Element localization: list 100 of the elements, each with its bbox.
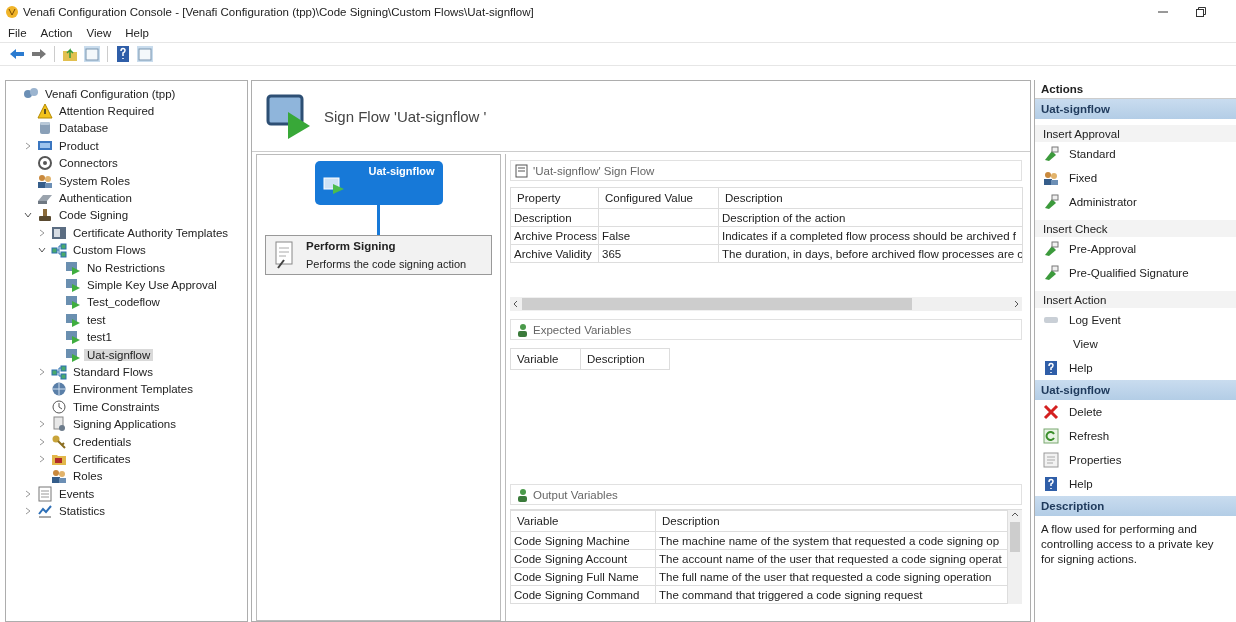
step-title: Perform Signing — [306, 240, 397, 252]
tree-item[interactable]: Roles — [70, 470, 106, 483]
menu-command[interactable]: Standard — [1069, 148, 1116, 160]
column-header[interactable]: Variable — [510, 510, 656, 532]
table-cell: The full name of the user that requested a code signing operation — [655, 567, 1008, 586]
tree-item[interactable]: Test_codeflow — [84, 296, 163, 309]
help-icon[interactable] — [114, 45, 132, 63]
menu-command[interactable]: Fixed — [1069, 172, 1098, 184]
menu-command[interactable]: Delete — [1069, 406, 1103, 418]
vertical-scrollbar[interactable] — [1008, 510, 1022, 604]
table-cell: The machine name of the system that requested a code signing op — [655, 531, 1008, 550]
menu-item[interactable]: Action — [40, 27, 73, 39]
column-header[interactable]: Description — [718, 187, 1023, 209]
person-icon — [515, 487, 529, 502]
certificate-icon — [51, 224, 67, 241]
tree-item[interactable]: test — [84, 313, 109, 326]
database-icon — [37, 120, 53, 137]
horizontal-scrollbar[interactable] — [510, 297, 1022, 311]
table-cell: Code Signing Machine — [510, 531, 656, 550]
table-cell: 365 — [598, 244, 719, 263]
table-cell: Archive Process — [510, 226, 599, 245]
column-header[interactable]: Configured Value — [598, 187, 719, 209]
menu-command[interactable]: Pre-Approval — [1069, 243, 1137, 255]
tree-item[interactable]: No Restrictions — [84, 261, 168, 274]
table-cell: The account name of the user that requested a code signing operat — [655, 549, 1008, 568]
help-icon — [1043, 476, 1059, 492]
tree-item[interactable]: Credentials — [70, 435, 135, 448]
chevron-down-icon[interactable] — [24, 211, 32, 220]
column-header[interactable]: Description — [655, 510, 1008, 532]
key-icon — [51, 433, 67, 450]
tree-item[interactable]: Code Signing — [56, 209, 132, 222]
section-title: Expected Variables — [533, 323, 632, 336]
panel-icon[interactable] — [83, 45, 101, 63]
menu-command[interactable]: View — [1035, 332, 1236, 356]
menu-item[interactable]: Help — [125, 27, 149, 39]
flow-start-node[interactable]: Uat-signflow — [314, 161, 443, 205]
tree-item[interactable]: Environment Templates — [70, 383, 196, 396]
section-title: Output Variables — [533, 488, 618, 501]
menu-command[interactable]: Properties — [1069, 454, 1122, 466]
flow-icon — [65, 346, 81, 363]
tree-item[interactable]: Custom Flows — [70, 244, 149, 257]
tree-item[interactable]: Standard Flows — [70, 365, 156, 378]
scrollbar-thumb[interactable] — [522, 298, 912, 310]
menu-command[interactable]: Help — [1069, 478, 1093, 490]
tree-item[interactable]: Uat-signflow — [84, 348, 154, 361]
table-cell: Code Signing Full Name — [510, 567, 656, 586]
column-header[interactable]: Variable — [510, 348, 581, 370]
table-cell: Description of the action — [718, 208, 1023, 227]
tree-item[interactable]: test1 — [84, 331, 115, 344]
folder-up-icon[interactable] — [61, 45, 79, 63]
chevron-right-icon[interactable] — [24, 141, 32, 150]
help-icon — [1043, 360, 1059, 376]
people-icon — [51, 468, 67, 485]
refresh-icon — [1043, 428, 1059, 444]
flow-icon — [65, 329, 81, 346]
table-cell: False — [598, 226, 719, 245]
table-cell: The command that triggered a code signing request — [655, 585, 1008, 604]
menu-command[interactable]: Pre-Qualified Signature — [1069, 267, 1189, 279]
tree-item[interactable]: Venafi Configuration (tpp) — [42, 87, 179, 100]
tree-item[interactable]: Connectors — [56, 157, 121, 170]
globe-icon — [51, 381, 67, 398]
tree-item[interactable]: Database — [56, 122, 112, 135]
column-header[interactable]: Property — [510, 187, 599, 209]
chevron-down-icon[interactable] — [38, 246, 46, 255]
menu-item[interactable]: View — [86, 27, 112, 39]
tree-item[interactable]: Attention Required — [56, 105, 158, 118]
maximize-icon[interactable] — [1196, 7, 1206, 17]
people-icon — [37, 172, 53, 189]
table-cell: Code Signing Account — [510, 549, 656, 568]
tree-item[interactable]: Certificate Authority Templates — [70, 226, 232, 239]
flow-step-card[interactable]: Perform Signing Performs the code signing action — [265, 235, 492, 275]
tree-item[interactable]: System Roles — [56, 174, 133, 187]
section-header: Uat-signflow — [1035, 380, 1236, 400]
flow-icon — [65, 311, 81, 328]
menu-command[interactable]: Administrator — [1069, 196, 1137, 208]
document-icon — [515, 163, 529, 178]
group-label: Insert Approval — [1035, 125, 1236, 142]
scrollbar-thumb[interactable] — [1010, 522, 1020, 552]
menu-command[interactable]: Help — [1069, 362, 1093, 374]
tree-item[interactable]: Product — [56, 139, 102, 152]
tree-item[interactable]: Statistics — [56, 505, 108, 518]
column-header[interactable]: Description — [580, 348, 670, 370]
tree-item[interactable]: Events — [56, 487, 98, 500]
tree-item[interactable]: Simple Key Use Approval — [84, 279, 220, 291]
menu-command[interactable]: Refresh — [1069, 430, 1110, 442]
chevron-right-icon[interactable] — [38, 228, 46, 237]
page-title: Sign Flow 'Uat-signflow ' — [324, 107, 487, 125]
chevron-right-icon[interactable] — [38, 367, 46, 376]
tree-item[interactable]: Authentication — [56, 192, 135, 205]
tree-item[interactable]: Signing Applications — [70, 418, 179, 431]
menu-command[interactable]: Log Event — [1069, 314, 1121, 326]
window-title: Venafi Configuration Console - [Venafi Configuration (tpp)\Code Signing\Custom Flows\Uat-signflow] — [23, 6, 535, 18]
menu-item[interactable]: File — [8, 27, 27, 39]
step-description: Performs the code signing action — [306, 258, 467, 270]
tree-item[interactable]: Certificates — [70, 452, 134, 465]
flow-icon — [65, 294, 81, 311]
table-cell: Indicates if a completed flow process should be archived f — [718, 226, 1023, 245]
logo-icon — [6, 6, 18, 18]
warning-icon — [37, 103, 53, 120]
tree-item[interactable]: Time Constraints — [70, 400, 163, 413]
